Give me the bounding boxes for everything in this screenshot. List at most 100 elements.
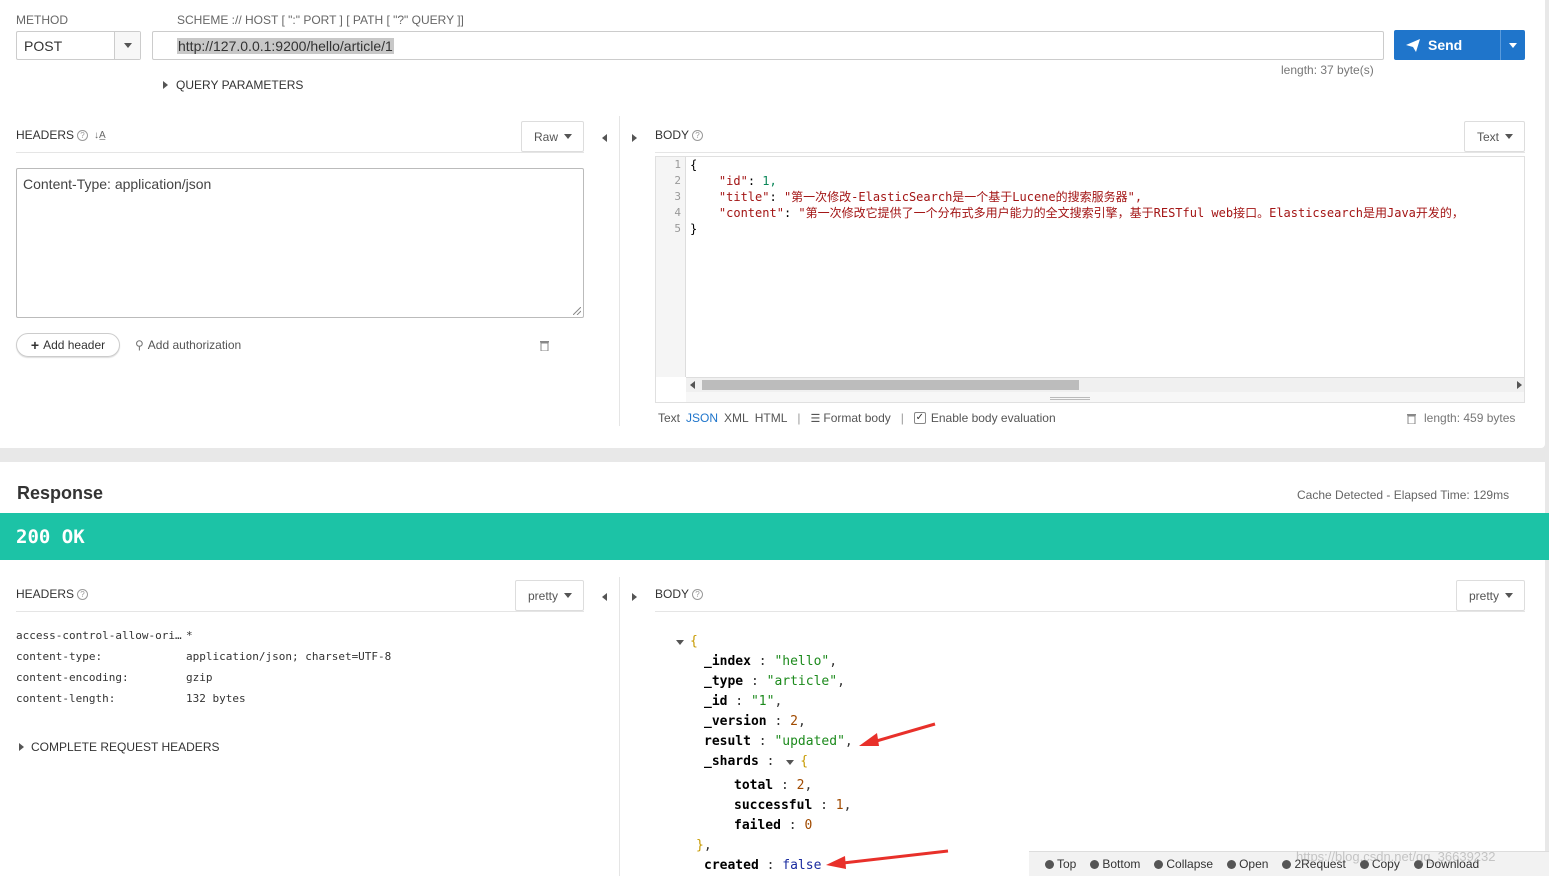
trash-icon[interactable] xyxy=(540,340,549,351)
help-icon[interactable]: ? xyxy=(692,129,704,141)
paper-plane-icon xyxy=(1406,38,1420,52)
json-key: result xyxy=(704,734,751,749)
splitter[interactable] xyxy=(619,577,620,876)
collapse-right-icon[interactable] xyxy=(632,590,637,604)
resize-bar[interactable] xyxy=(686,392,1524,402)
send-options-icon[interactable] xyxy=(1500,30,1525,60)
elapsed-time: Cache Detected - Elapsed Time: 129ms xyxy=(1297,488,1510,502)
enable-body-evaluation-checkbox[interactable]: ✓ Enable body evaluation xyxy=(913,411,1056,425)
response-json: { _index : "hello", _type : "article", _… xyxy=(676,632,1096,876)
expand-icon xyxy=(1227,860,1237,869)
format-html[interactable]: HTML xyxy=(755,411,788,425)
toolbar-label: Collapse xyxy=(1166,857,1214,871)
collapse-left-icon[interactable] xyxy=(602,131,607,145)
scroll-right-icon[interactable] xyxy=(1517,381,1522,389)
header-name: content-length: xyxy=(16,692,116,705)
response-header-row: access-control-allow-ori… * xyxy=(16,625,596,646)
json-key: failed xyxy=(734,818,781,833)
request-body-mode-dropdown[interactable]: Text xyxy=(1464,121,1525,152)
help-icon[interactable]: ? xyxy=(77,129,89,141)
help-icon[interactable]: ? xyxy=(692,588,704,600)
query-parameters-label: QUERY PARAMETERS xyxy=(176,78,304,92)
request-body-editor[interactable]: 1 2 3 4 5 { "id": 1, "title": "第一次修改-Elastic… xyxy=(655,156,1525,403)
collapse-right-icon[interactable] xyxy=(632,131,637,145)
json-key: _index xyxy=(704,654,751,669)
request-panel: METHOD POST SCHEME :// HOST [ ":" PORT ]… xyxy=(0,0,1545,448)
add-authorization-link[interactable]: ⚲ Add authorization xyxy=(135,338,241,352)
toolbar-bottom-button[interactable]: Bottom xyxy=(1090,857,1140,871)
splitter[interactable] xyxy=(619,116,620,426)
response-header-row: content-type: application/json; charset=U… xyxy=(16,646,596,667)
response-headers-mode-dropdown[interactable]: pretty xyxy=(515,580,584,611)
divider xyxy=(16,152,584,153)
scrollbar-thumb[interactable] xyxy=(702,380,1079,390)
format-body-button[interactable]: ☰ Format body xyxy=(811,411,891,425)
response-header-row: content-encoding: gzip xyxy=(16,667,596,688)
collapse-object-icon[interactable] xyxy=(676,639,684,645)
request-headers-title: HEADERS ? ↓A̲ xyxy=(16,128,106,142)
status-text: 200 OK xyxy=(16,526,85,548)
json-key: _shards xyxy=(704,754,759,769)
toolbar-label: Bottom xyxy=(1102,857,1141,871)
toolbar-open-button[interactable]: Open xyxy=(1227,857,1268,871)
complete-request-headers-toggle[interactable]: COMPLETE REQUEST HEADERS xyxy=(19,740,219,754)
sort-az-icon[interactable]: ↓A̲ xyxy=(94,130,106,141)
header-value: application/json; charset=UTF-8 xyxy=(186,650,392,663)
line-numbers: 1 2 3 4 5 xyxy=(656,157,685,237)
trash-icon[interactable] xyxy=(1407,413,1416,424)
send-button[interactable]: Send xyxy=(1394,30,1525,60)
response-headers-mode: pretty xyxy=(528,588,559,603)
header-value: * xyxy=(186,629,193,642)
json-key: total xyxy=(734,778,774,793)
editor-gutter: 1 2 3 4 5 xyxy=(656,157,686,377)
format-text[interactable]: Text xyxy=(658,411,680,425)
editor-line: { xyxy=(690,158,698,172)
body-length: length: 459 bytes xyxy=(1424,411,1516,425)
add-authorization-label: Add authorization xyxy=(147,338,242,352)
url-label: SCHEME :// HOST [ ":" PORT ] [ PATH [ "?… xyxy=(177,13,464,27)
request-headers-textarea[interactable]: Content-Type: application/json xyxy=(16,168,584,318)
format-xml[interactable]: XML xyxy=(724,411,749,425)
annotation-arrow-icon xyxy=(826,849,949,869)
json-value: "1" xyxy=(750,694,775,709)
editor-line: } xyxy=(690,222,698,236)
body-length-area: length: 459 bytes xyxy=(1407,411,1515,425)
horizontal-scrollbar[interactable] xyxy=(686,377,1524,392)
method-select[interactable]: POST xyxy=(16,31,141,60)
checkbox-checked-icon: ✓ xyxy=(913,412,926,424)
json-key: _type xyxy=(704,674,744,689)
add-header-label: Add header xyxy=(43,338,106,352)
json-value: 2 xyxy=(796,778,805,793)
resize-handle-icon[interactable] xyxy=(573,307,581,315)
method-value: POST xyxy=(24,38,63,54)
url-input[interactable]: http://127.0.0.1:9200/hello/article/1 xyxy=(152,31,1384,60)
complete-request-headers-label: COMPLETE REQUEST HEADERS xyxy=(31,740,220,754)
format-json[interactable]: JSON xyxy=(686,411,718,425)
toolbar-collapse-button[interactable]: Collapse xyxy=(1154,857,1213,871)
response-body-mode-dropdown[interactable]: pretty xyxy=(1456,580,1525,611)
separator: | xyxy=(797,411,801,425)
url-length: length: 37 byte(s) xyxy=(1281,63,1374,77)
request-body-mode: Text xyxy=(1477,129,1500,144)
send-label: Send xyxy=(1428,37,1463,53)
divider xyxy=(655,152,1525,153)
line-number: 1 xyxy=(674,158,681,171)
triangle-right-icon xyxy=(19,743,24,751)
query-parameters-toggle[interactable]: QUERY PARAMETERS xyxy=(163,78,303,92)
toolbar-top-button[interactable]: Top xyxy=(1045,857,1076,871)
header-name: content-type: xyxy=(16,650,103,663)
collapse-object-icon[interactable] xyxy=(786,759,795,765)
chevron-down-icon[interactable] xyxy=(114,32,140,59)
divider xyxy=(655,611,1525,612)
scroll-left-icon[interactable] xyxy=(690,381,695,389)
json-value: 2 xyxy=(790,714,798,729)
method-label: METHOD xyxy=(16,13,68,27)
add-header-button[interactable]: + Add header xyxy=(16,333,120,357)
collapse-left-icon[interactable] xyxy=(602,590,607,604)
response-body-mode: pretty xyxy=(1469,588,1500,603)
request-headers-mode-dropdown[interactable]: Raw xyxy=(521,121,584,152)
help-icon[interactable]: ? xyxy=(77,588,89,600)
json-key: _version xyxy=(704,714,767,729)
plus-icon: + xyxy=(30,337,40,353)
header-value: 132 bytes xyxy=(186,692,246,705)
